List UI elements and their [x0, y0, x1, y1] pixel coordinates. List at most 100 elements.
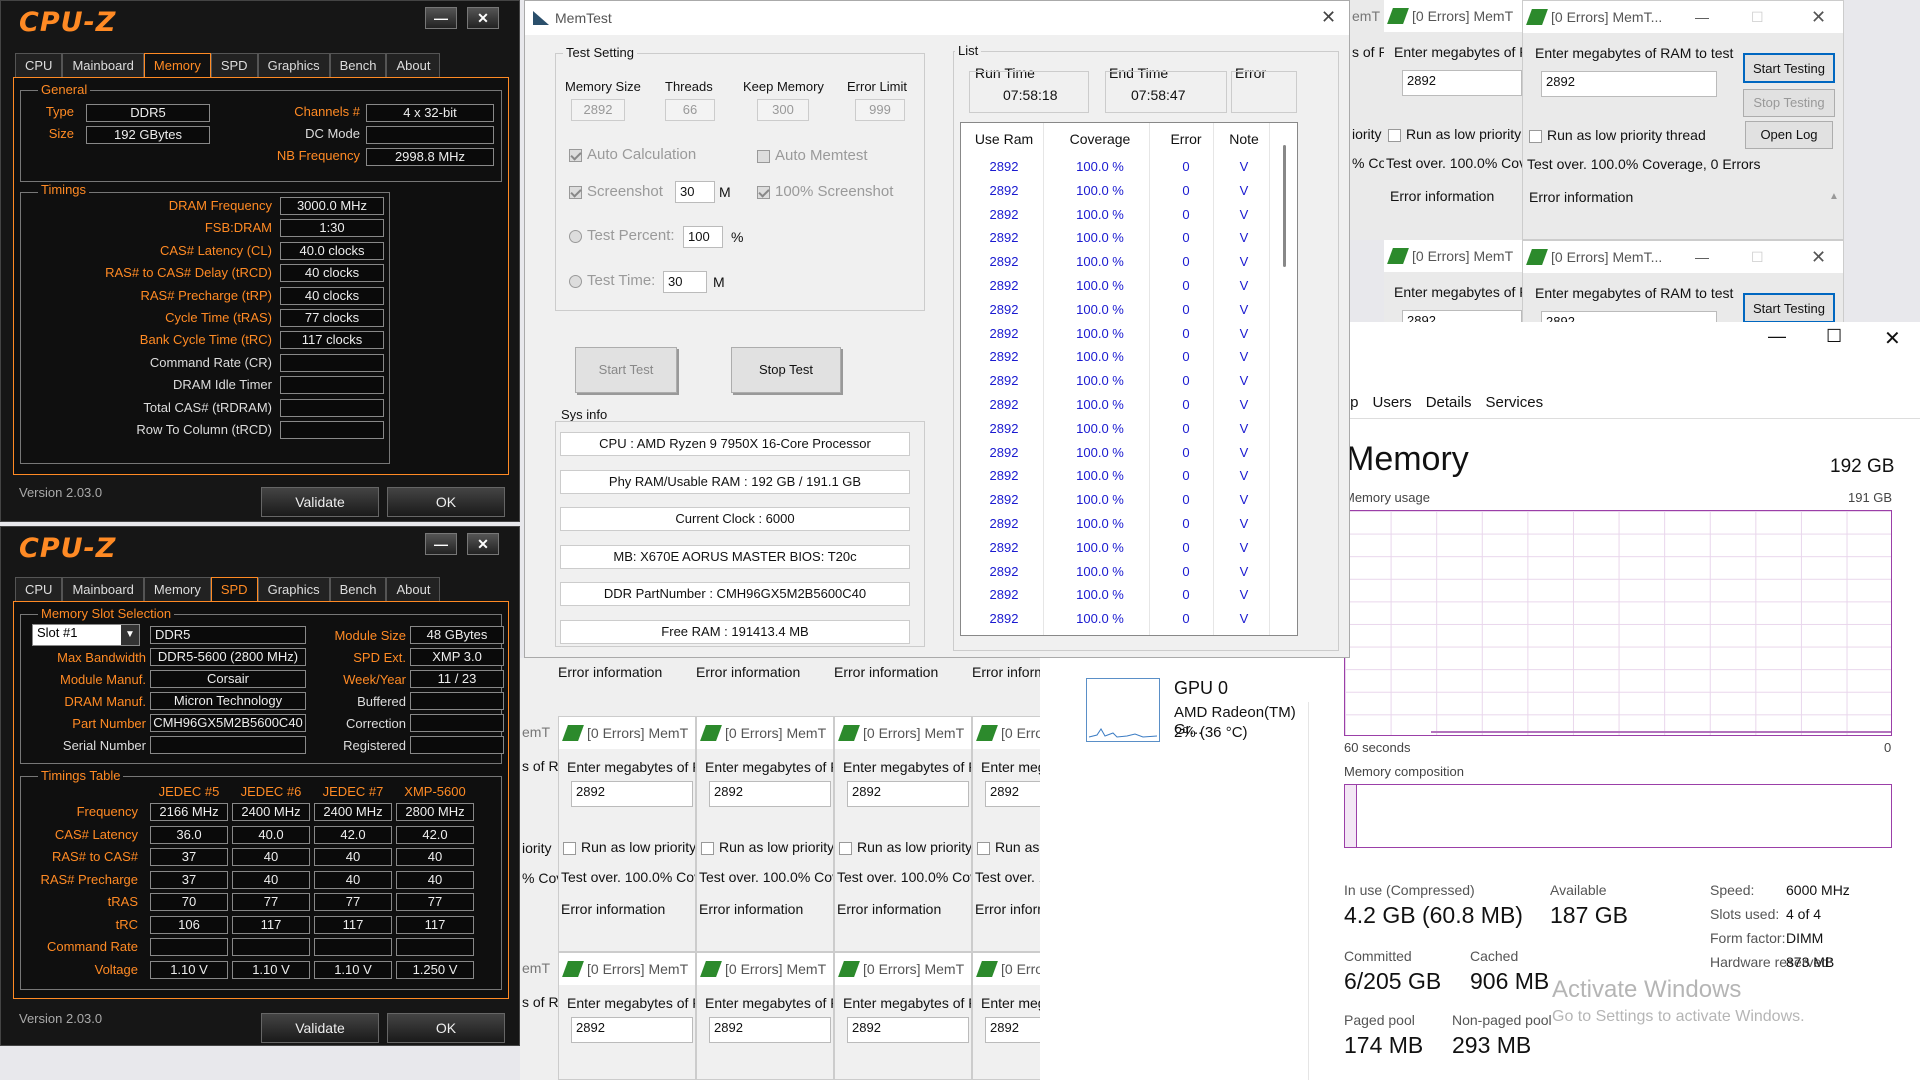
list-item[interactable]: 2892 100.0 % 0 V [961, 611, 1281, 635]
list-item[interactable]: 2892 100.0 % 0 V [961, 207, 1281, 231]
screenshot100-checkbox[interactable]: 100% Screenshot [757, 183, 893, 200]
low-priority-checkbox[interactable]: Run as low priority [563, 839, 695, 855]
screenshot-input[interactable]: 30 [675, 181, 715, 203]
module-size-value: 48 GBytes [410, 626, 504, 644]
minimize-icon[interactable]: — [1695, 241, 1709, 273]
start-test-button[interactable]: Start Test [575, 347, 677, 393]
list-item[interactable]: 2892 100.0 % 0 V [961, 373, 1281, 397]
stop-test-button[interactable]: Stop Test [731, 347, 841, 393]
tab-details[interactable]: Details [1426, 394, 1472, 411]
ram-input[interactable]: 2892 [1402, 70, 1522, 96]
ok-button[interactable]: OK [387, 487, 505, 517]
ram-input[interactable]: 2892 [709, 781, 831, 807]
tab-cpu[interactable]: CPU [15, 53, 63, 77]
list-item[interactable]: 2892 100.0 % 0 V [961, 421, 1281, 445]
close-icon[interactable]: ✕ [1811, 1, 1826, 33]
ram-input[interactable]: 2892 [571, 781, 693, 807]
validate-button[interactable]: Validate [261, 487, 379, 517]
tab-cpu[interactable]: CPU [15, 577, 63, 601]
list-item[interactable]: 2892 100.0 % 0 V [961, 159, 1281, 183]
tab-mainboard[interactable]: Mainboard [62, 53, 144, 77]
close-icon[interactable]: ✕ [1884, 326, 1901, 351]
stop-testing-button[interactable]: Stop Testing [1743, 89, 1835, 117]
minimize-button[interactable]: — [425, 7, 457, 29]
list-item[interactable]: 2892 100.0 % 0 V [961, 349, 1281, 373]
results-list[interactable]: Use Ram Coverage Error Note 2892 100.0 % 0… [960, 122, 1298, 636]
list-scrollbar[interactable] [1283, 145, 1286, 267]
gpu-tile[interactable]: GPU 0 AMD Radeon(TM) Gr... 2% (36 °C) [1060, 678, 1320, 762]
tab-spd[interactable]: SPD [210, 53, 258, 77]
minimize-icon[interactable]: — [1695, 1, 1709, 33]
list-item[interactable]: 2892 100.0 % 0 V [961, 278, 1281, 302]
tab-spd[interactable]: SPD [210, 577, 258, 601]
start-testing-button[interactable]: Start Testing [1743, 53, 1835, 83]
ram-input[interactable]: 2892 [1541, 71, 1717, 97]
tab-about[interactable]: About [386, 53, 441, 77]
tab-mainboard[interactable]: Mainboard [62, 577, 144, 601]
minimize-button[interactable]: — [425, 533, 457, 555]
auto-calc-checkbox[interactable]: Auto Calculation [569, 146, 696, 163]
ok-button[interactable]: OK [387, 1013, 505, 1043]
list-item[interactable]: 2892 100.0 % 0 V [961, 397, 1281, 421]
scroll-up-icon[interactable]: ▲ [1829, 191, 1839, 202]
auto-memtest-checkbox[interactable]: Auto Memtest [757, 147, 868, 164]
close-icon[interactable]: ✕ [1321, 7, 1336, 28]
slot-select[interactable]: Slot #1 ▼ [32, 624, 140, 646]
keep-mem-field[interactable]: 300 [757, 99, 809, 121]
tab-about[interactable]: About [386, 577, 441, 601]
chevron-down-icon[interactable]: ▼ [121, 625, 139, 645]
low-priority-checkbox[interactable]: Run as low priority [701, 839, 833, 855]
tab-bench[interactable]: Bench [329, 577, 387, 601]
tab-memory[interactable]: Memory [143, 577, 211, 601]
list-item[interactable]: 2892 100.0 % 0 V [961, 326, 1281, 350]
list-item[interactable]: 2892 100.0 % 0 V [961, 302, 1281, 326]
start-testing-button[interactable]: Start Testing [1743, 293, 1835, 323]
tab-services[interactable]: Services [1486, 394, 1544, 411]
close-icon[interactable]: ✕ [1811, 241, 1826, 273]
validate-button[interactable]: Validate [261, 1013, 379, 1043]
col-use-ram[interactable]: Use Ram [969, 131, 1039, 147]
test-percent-radio[interactable]: Test Percent: [569, 227, 675, 244]
list-item[interactable]: 2892 100.0 % 0 V [961, 230, 1281, 254]
tab-graphics[interactable]: Graphics [257, 53, 330, 77]
tab-memory[interactable]: Memory [143, 53, 211, 77]
ram-input[interactable]: 2892 [847, 1017, 969, 1043]
tab-graphics[interactable]: Graphics [257, 577, 330, 601]
list-item[interactable]: 2892 100.0 % 0 V [961, 492, 1281, 516]
maximize-icon[interactable]: ☐ [1826, 326, 1842, 347]
open-log-button[interactable]: Open Log [1745, 121, 1833, 149]
list-item[interactable]: 2892 100.0 % 0 V [961, 254, 1281, 278]
low-priority-checkbox[interactable]: Run as low priority [839, 839, 971, 855]
col-error[interactable]: Error [1161, 131, 1211, 147]
test-time-radio[interactable]: Test Time: [569, 272, 655, 289]
close-button[interactable]: ✕ [467, 533, 499, 555]
list-item[interactable]: 2892 100.0 % 0 V [961, 564, 1281, 588]
list-item[interactable]: 2892 100.0 % 0 V [961, 540, 1281, 564]
threads-field[interactable]: 66 [665, 99, 715, 121]
memtest-window-small: [0 Errors] MemT... — ☐ ✕ Enter megabytes… [1522, 240, 1844, 328]
memtest-app-icon [562, 961, 584, 977]
low-priority-checkbox[interactable]: Run as low priority [1388, 126, 1521, 142]
low-priority-checkbox[interactable]: Run as low priority thread [1529, 127, 1706, 143]
maximize-icon[interactable]: ☐ [1751, 241, 1764, 273]
col-coverage[interactable]: Coverage [1059, 131, 1141, 147]
list-item[interactable]: 2892 100.0 % 0 V [961, 468, 1281, 492]
list-item[interactable]: 2892 100.0 % 0 V [961, 516, 1281, 540]
error-limit-field[interactable]: 999 [855, 99, 905, 121]
list-item[interactable]: 2892 100.0 % 0 V [961, 445, 1281, 469]
minimize-icon[interactable]: — [1768, 326, 1786, 347]
ram-input[interactable]: 2892 [847, 781, 969, 807]
mem-size-field[interactable]: 2892 [571, 99, 625, 121]
tab-users[interactable]: Users [1373, 394, 1412, 411]
list-item[interactable]: 2892 100.0 % 0 V [961, 183, 1281, 207]
test-time-input[interactable]: 30 [663, 271, 707, 293]
ram-input[interactable]: 2892 [571, 1017, 693, 1043]
tab-bench[interactable]: Bench [329, 53, 387, 77]
test-percent-input[interactable]: 100 [683, 226, 723, 248]
maximize-icon[interactable]: ☐ [1751, 1, 1764, 33]
list-item[interactable]: 2892 100.0 % 0 V [961, 587, 1281, 611]
screenshot-checkbox[interactable]: Screenshot [569, 183, 663, 200]
ram-input[interactable]: 2892 [709, 1017, 831, 1043]
close-button[interactable]: ✕ [467, 7, 499, 29]
col-note[interactable]: Note [1217, 131, 1271, 147]
